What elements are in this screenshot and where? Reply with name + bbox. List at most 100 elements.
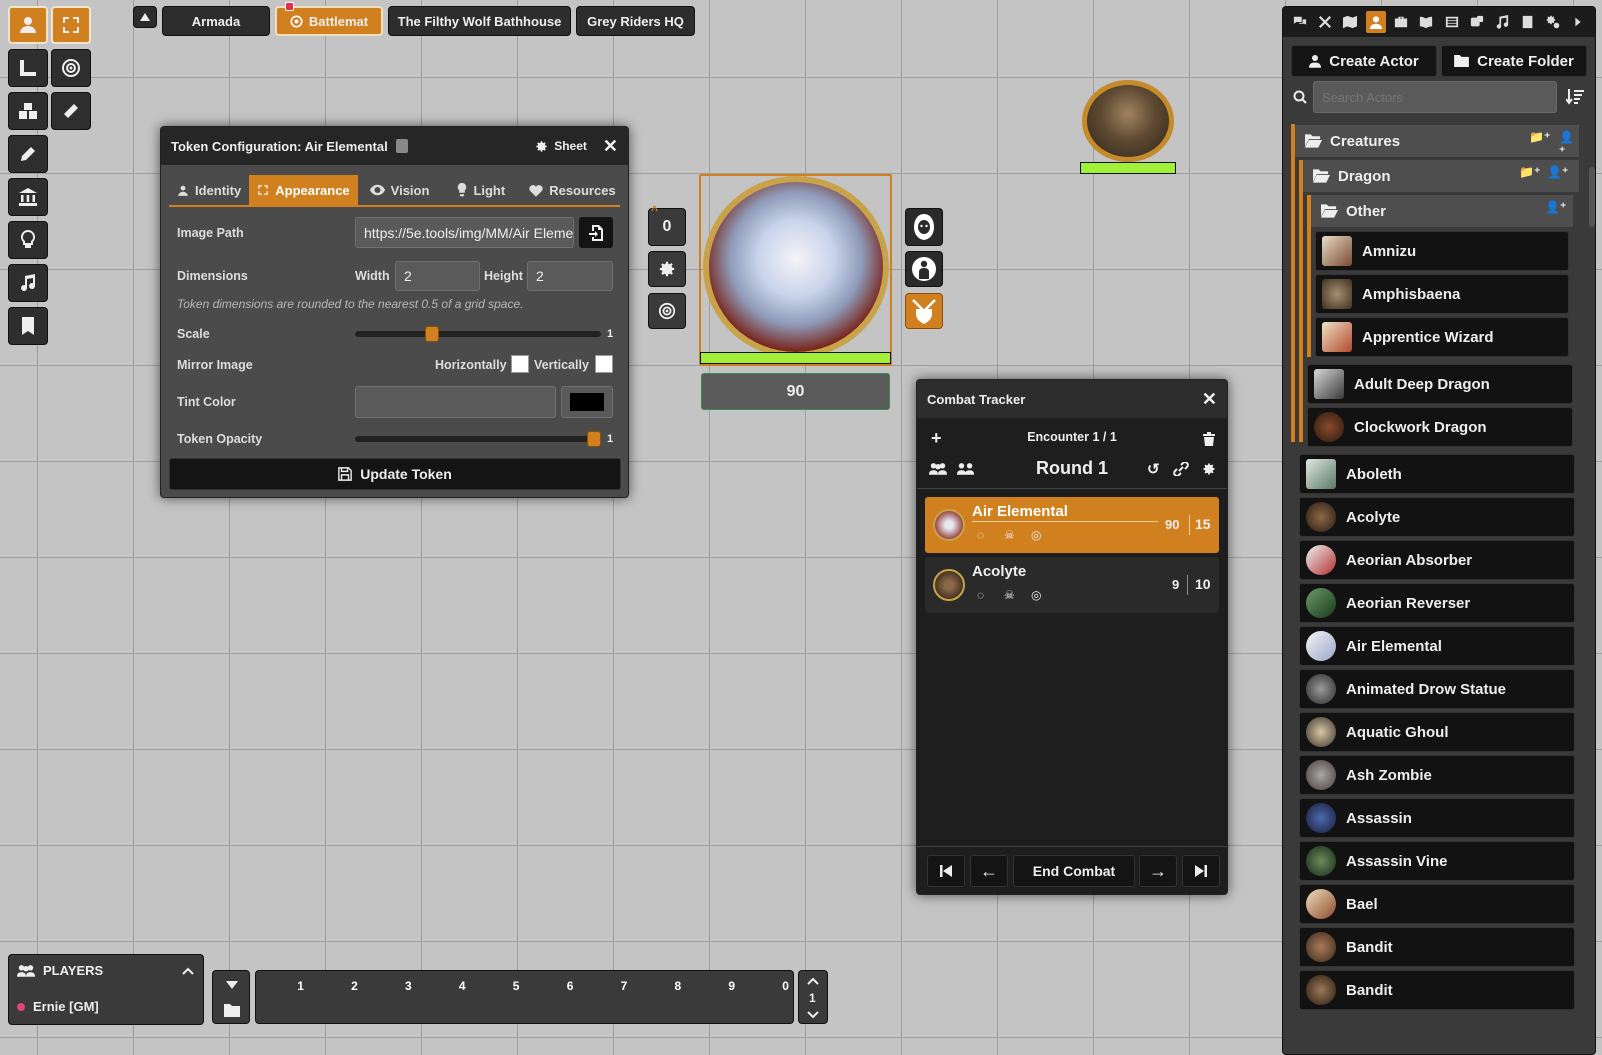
tab-actors[interactable]	[1365, 11, 1386, 33]
opacity-slider-thumb[interactable]	[587, 431, 601, 447]
air-elemental-token[interactable]	[703, 176, 889, 358]
actor-entry[interactable]: Amphisbaena	[1315, 274, 1569, 314]
hotbar-slot[interactable]: 5	[472, 971, 526, 1023]
next-turn-button[interactable]: →	[1139, 855, 1177, 887]
create-subfolder-icon[interactable]: 📁⁺	[1529, 130, 1550, 144]
sheet-button[interactable]: Sheet	[535, 139, 587, 153]
players-header[interactable]: PLAYERS	[17, 963, 103, 978]
hotbar-slot[interactable]: 4	[418, 971, 472, 1023]
toggle-combat-button[interactable]	[905, 293, 943, 329]
trash-icon[interactable]	[1203, 432, 1215, 446]
hotbar-slot[interactable]: 8	[633, 971, 687, 1023]
reset-initiative-icon[interactable]: ↺	[1147, 460, 1160, 478]
create-actor-in-folder-icon[interactable]: 👤⁺	[1559, 130, 1579, 158]
tab-scenes[interactable]	[1340, 11, 1360, 33]
hotbar-slot[interactable]: 7	[579, 971, 633, 1023]
drawing-controls-button[interactable]	[8, 135, 48, 173]
update-token-button[interactable]: Update Token	[169, 458, 621, 490]
target-icon[interactable]: ◎	[1031, 528, 1041, 542]
sort-icon[interactable]	[1566, 89, 1584, 105]
close-icon[interactable]: ✕	[1202, 389, 1217, 410]
tab-cards[interactable]	[1467, 11, 1487, 33]
mirror-vertical-checkbox[interactable]	[595, 355, 613, 373]
folder-dragon[interactable]: Dragon 📁⁺ 👤⁺	[1303, 160, 1579, 192]
previous-turn-button[interactable]: ←	[970, 855, 1008, 887]
actor-entry[interactable]: Air Elemental	[1299, 626, 1575, 666]
hotbar-slot[interactable]: 1	[256, 971, 310, 1023]
creature-token[interactable]	[1082, 80, 1174, 162]
toggle-visibility-button[interactable]	[905, 208, 943, 246]
collapse-sidebar[interactable]	[1568, 11, 1588, 33]
toggle-hidden-icon[interactable]: ◌	[977, 588, 984, 602]
tab-identity[interactable]: Identity	[169, 175, 249, 205]
create-actor-in-folder-icon[interactable]: 👤⁺	[1547, 165, 1568, 179]
token-config-button[interactable]	[648, 251, 686, 287]
chevron-up-icon[interactable]	[807, 977, 819, 985]
tab-light[interactable]: Light	[449, 175, 513, 205]
sound-controls-button[interactable]	[8, 264, 48, 302]
actor-entry[interactable]: Assassin Vine	[1299, 841, 1575, 881]
caret-down-icon[interactable]	[226, 981, 238, 989]
close-icon[interactable]: ✕	[603, 136, 618, 157]
document-id-icon[interactable]	[395, 139, 408, 153]
actor-entry[interactable]: Acolyte	[1299, 497, 1575, 537]
toggle-hidden-icon[interactable]: ◌	[977, 528, 984, 542]
actor-entry[interactable]: Bandit	[1299, 970, 1575, 1010]
skull-icon[interactable]: ☠	[1004, 588, 1015, 602]
tab-chat[interactable]	[1290, 11, 1310, 33]
actor-entry[interactable]: Clockwork Dragon	[1307, 407, 1573, 447]
hotbar-slot[interactable]: 2	[310, 971, 364, 1023]
tint-color-picker[interactable]	[561, 386, 613, 418]
search-actors-input[interactable]	[1313, 81, 1557, 113]
window-header[interactable]: Token Configuration: Air Elemental Sheet…	[161, 127, 628, 165]
effects-button[interactable]	[905, 251, 943, 287]
mirror-horizontal-checkbox[interactable]	[511, 355, 529, 373]
ruler-button[interactable]	[51, 92, 91, 130]
target-token-button[interactable]	[648, 293, 686, 329]
notes-controls-button[interactable]	[8, 307, 48, 345]
scale-slider-thumb[interactable]	[424, 326, 439, 342]
scene-tab-filthy-wolf[interactable]: The Filthy Wolf Bathhouse	[388, 6, 571, 36]
actor-entry[interactable]: Adult Deep Dragon	[1307, 364, 1573, 404]
combatant-row-active[interactable]: Air Elemental ◌ ☠ ◎ 90 15	[925, 497, 1219, 553]
folder-icon[interactable]	[224, 1004, 240, 1017]
lighting-controls-button[interactable]	[8, 221, 48, 259]
wall-controls-button[interactable]	[8, 178, 48, 216]
elevation-input[interactable]: 0 ^	[648, 203, 686, 246]
hotbar-slot[interactable]: 6	[526, 971, 580, 1023]
actor-entry[interactable]: Aeorian Reverser	[1299, 583, 1575, 623]
first-turn-button[interactable]	[927, 855, 965, 887]
tint-color-input[interactable]	[355, 386, 556, 418]
actor-entry[interactable]: Amnizu	[1315, 231, 1569, 271]
chevron-down-icon[interactable]	[807, 1011, 819, 1019]
actor-entry[interactable]: Apprentice Wizard	[1315, 317, 1569, 357]
hotbar-slot[interactable]: 0	[741, 971, 795, 1023]
actor-entry[interactable]: Aquatic Ghoul	[1299, 712, 1575, 752]
scene-tab-armada[interactable]: Armada	[162, 6, 270, 36]
last-turn-button[interactable]	[1182, 855, 1220, 887]
tab-combat[interactable]	[1315, 11, 1335, 33]
scene-tab-grey-riders[interactable]: Grey Riders HQ	[576, 6, 695, 36]
actor-entry[interactable]: Assassin	[1299, 798, 1575, 838]
file-picker-button[interactable]	[579, 217, 613, 248]
actor-entry[interactable]: Animated Drow Statue	[1299, 669, 1575, 709]
target-button[interactable]	[51, 49, 91, 87]
tab-items[interactable]	[1391, 11, 1411, 33]
skull-icon[interactable]: ☠	[1004, 528, 1015, 542]
create-folder-button[interactable]: Create Folder	[1441, 45, 1587, 77]
actor-entry[interactable]: Aeorian Absorber	[1299, 540, 1575, 580]
select-tokens-button[interactable]	[51, 6, 91, 44]
tab-resources[interactable]: Resources	[521, 175, 623, 205]
measure-controls-button[interactable]	[8, 49, 48, 87]
folder-other[interactable]: Other 👤⁺	[1311, 195, 1573, 227]
tab-settings[interactable]	[1543, 11, 1563, 33]
opacity-slider-track[interactable]	[355, 436, 601, 442]
window-header[interactable]: Combat Tracker ✕	[917, 380, 1227, 418]
width-input[interactable]: 2	[395, 261, 480, 291]
target-icon[interactable]: ◎	[1031, 588, 1041, 602]
chevron-up-icon[interactable]	[182, 967, 194, 975]
image-path-input[interactable]: https://5e.tools/img/MM/Air Elemental.we…	[355, 217, 574, 248]
token-controls-button[interactable]	[8, 6, 48, 44]
hp-attribute-input[interactable]: 90	[701, 373, 890, 410]
end-combat-button[interactable]: End Combat	[1013, 855, 1135, 887]
